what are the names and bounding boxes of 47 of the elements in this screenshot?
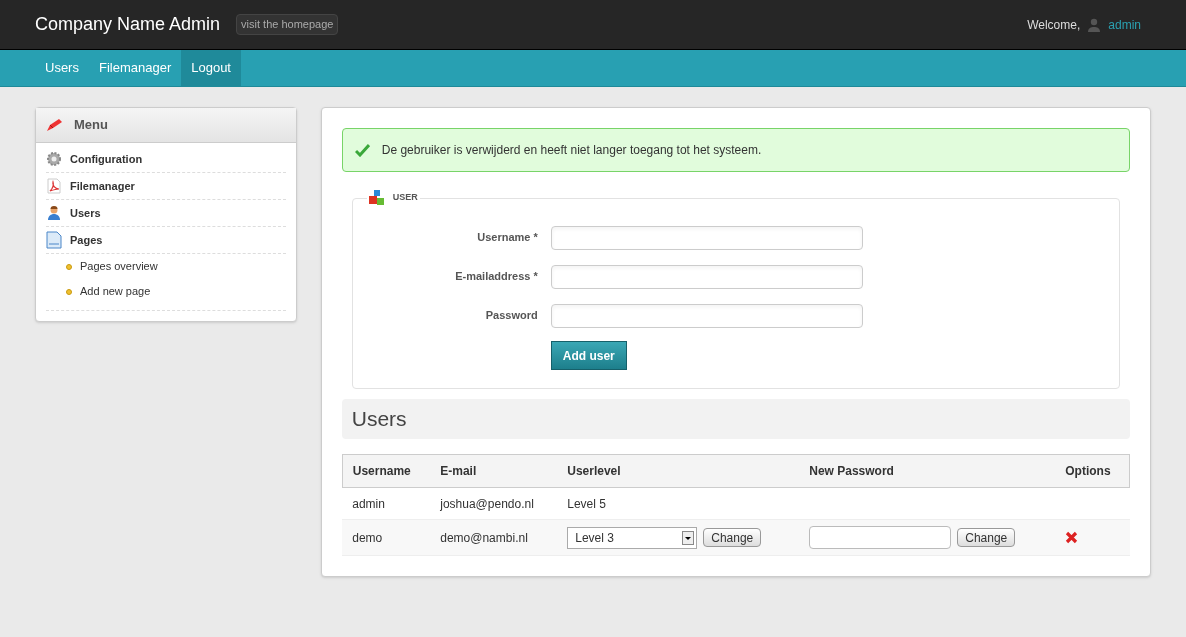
change-button[interactable]: Change bbox=[703, 528, 762, 547]
bullet-icon bbox=[66, 263, 72, 270]
field-label: Password bbox=[484, 308, 538, 324]
input-field[interactable] bbox=[550, 264, 863, 289]
table-cell: joshua@pendo.nl bbox=[430, 487, 558, 520]
nav-link[interactable]: Logout bbox=[181, 50, 241, 86]
user-link[interactable]: admin bbox=[1108, 15, 1141, 34]
fieldset-legend: USER bbox=[392, 191, 418, 205]
table-cell: demo bbox=[342, 519, 431, 556]
column-header: Options bbox=[1055, 454, 1130, 488]
field-label: Username * bbox=[476, 230, 538, 246]
menu-item[interactable]: Configuration bbox=[70, 150, 143, 168]
submenu-item[interactable]: Pages overview bbox=[80, 258, 158, 275]
submenu-item[interactable]: Add new page bbox=[80, 283, 151, 300]
welcome-text: Welcome, bbox=[1027, 16, 1081, 34]
field-label: E-mailaddress * bbox=[454, 269, 538, 285]
change-button[interactable]: Change bbox=[957, 528, 1016, 547]
level-select[interactable]: Level 3 bbox=[567, 526, 698, 549]
site-title: Company Name Admin bbox=[35, 13, 221, 36]
gear-icon bbox=[46, 151, 62, 167]
person-icon bbox=[1088, 17, 1101, 32]
section-title: Users bbox=[351, 406, 407, 433]
blocks-icon bbox=[368, 190, 385, 206]
input-field[interactable] bbox=[550, 225, 863, 250]
delete-icon[interactable] bbox=[1065, 531, 1079, 544]
homepage-link[interactable]: visit the homepage bbox=[236, 14, 339, 35]
menu-item[interactable]: Filemanager bbox=[70, 177, 135, 195]
table-cell: admin bbox=[342, 487, 431, 520]
alert-message: De gebruiker is verwijderd en heeft niet langer toegang tot het systeem. bbox=[381, 142, 762, 159]
menu-item[interactable]: Users bbox=[70, 204, 101, 222]
password-field[interactable] bbox=[809, 526, 952, 549]
column-header: E-mail bbox=[430, 454, 558, 488]
add-user-button[interactable]: Add user bbox=[550, 341, 627, 370]
checkmark-icon bbox=[354, 143, 370, 157]
menu-title: Menu bbox=[74, 116, 108, 135]
column-header: New Password bbox=[799, 454, 1056, 488]
menu-item[interactable]: Pages bbox=[70, 231, 103, 249]
person-icon bbox=[46, 205, 62, 221]
table-cell: demo@nambi.nl bbox=[430, 519, 558, 556]
pencil-icon bbox=[46, 118, 64, 132]
page-icon bbox=[46, 231, 62, 249]
column-header: Username bbox=[342, 454, 431, 488]
table-cell: Level 5 bbox=[557, 487, 800, 520]
input-field[interactable] bbox=[550, 303, 863, 328]
bullet-icon bbox=[66, 288, 72, 295]
column-header: Userlevel bbox=[557, 454, 800, 488]
document-icon bbox=[46, 178, 62, 194]
